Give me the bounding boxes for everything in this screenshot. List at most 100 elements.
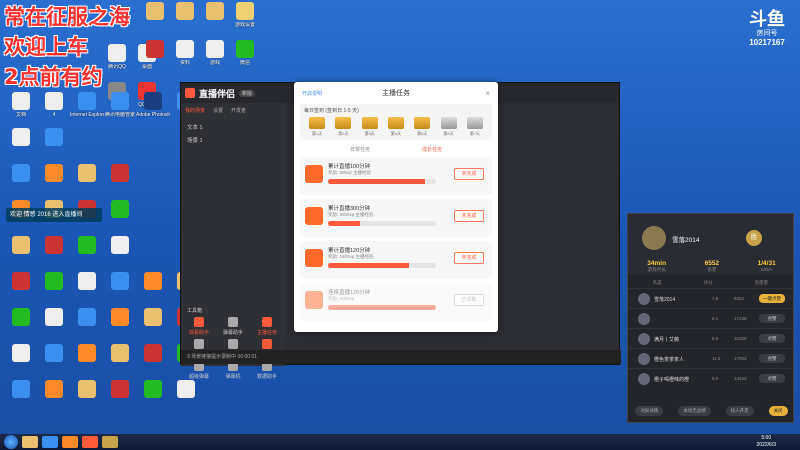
desktop-icon[interactable] xyxy=(136,272,170,306)
like-button[interactable]: 点赞 xyxy=(759,374,785,383)
task-tab[interactable]: 日常任务 xyxy=(350,146,370,153)
tab-0[interactable]: 我的场景 xyxy=(185,107,205,114)
like-button[interactable]: 一键点赞 xyxy=(759,294,785,303)
desktop-icon[interactable] xyxy=(70,236,104,270)
desktop-icon[interactable] xyxy=(138,2,172,36)
player-score: 9.0 xyxy=(712,376,719,381)
browser-icon[interactable] xyxy=(42,436,58,448)
app-icon xyxy=(206,40,224,58)
desktop-icon[interactable] xyxy=(198,2,232,36)
desktop-icon[interactable] xyxy=(136,308,170,342)
desktop-icon[interactable] xyxy=(103,380,137,414)
chest-icon xyxy=(335,117,352,129)
desktop-icon[interactable] xyxy=(4,272,38,306)
desktop-icon[interactable] xyxy=(37,272,71,306)
desktop-icon[interactable] xyxy=(169,380,203,414)
task-status-button[interactable]: 未完成 xyxy=(454,252,484,264)
desktop-icon[interactable] xyxy=(70,380,104,414)
like-button[interactable]: 点赞 xyxy=(759,354,785,363)
task-tab[interactable]: 成长任务 xyxy=(422,146,442,153)
task-status-button[interactable]: 未完成 xyxy=(454,210,484,222)
desktop-icon[interactable]: 腾讯QQ xyxy=(100,44,134,78)
desktop-icon[interactable] xyxy=(4,128,38,162)
desktop-icon[interactable] xyxy=(70,344,104,378)
desktop-icon[interactable]: 腾讯电脑管家 xyxy=(103,92,137,126)
desktop-icon[interactable] xyxy=(70,272,104,306)
desktop-icon[interactable] xyxy=(103,272,137,306)
desktop-icon[interactable] xyxy=(168,2,202,36)
chest-item[interactable]: 第7天 xyxy=(466,117,483,137)
tab-2[interactable]: 开发者 xyxy=(231,107,246,114)
task-item: 累计直播120分钟 奖励: 1500xp 主播经验 未完成 xyxy=(300,241,492,279)
flash-icon xyxy=(305,249,323,267)
desktop-icon[interactable] xyxy=(70,164,104,198)
clock[interactable]: 5:00 2022/6/3 xyxy=(757,435,776,449)
desktop-icon[interactable] xyxy=(4,236,38,270)
desktop-icon[interactable] xyxy=(4,344,38,378)
desktop-icon[interactable]: 4 xyxy=(37,92,71,126)
chest-item[interactable]: 第2天 xyxy=(335,117,352,137)
task-status-button[interactable]: 已领取 xyxy=(454,294,484,306)
explorer-icon[interactable] xyxy=(22,436,38,448)
tool-button[interactable]: 观看助手 xyxy=(187,317,211,336)
chest-item[interactable]: 第6天 xyxy=(440,117,457,137)
desktop-icon[interactable] xyxy=(37,128,71,162)
stat-value: 34min xyxy=(647,260,667,267)
tab-1[interactable]: 设置 xyxy=(213,107,223,114)
desktop-icon[interactable] xyxy=(138,40,172,74)
desktop-icon[interactable] xyxy=(37,380,71,414)
streaming-app-icon[interactable] xyxy=(62,436,78,448)
chest-item[interactable]: 第4天 xyxy=(387,117,404,137)
desktop-icon[interactable] xyxy=(37,164,71,198)
desktop-icon[interactable]: 文档 xyxy=(4,92,38,126)
tool-button[interactable]: 弹幕助手 xyxy=(221,317,245,336)
desktop-icon[interactable] xyxy=(37,236,71,270)
dialog-header: 开启说明 主播任务 × xyxy=(294,82,498,104)
desktop-icon[interactable] xyxy=(103,236,137,270)
like-button[interactable]: 点赞 xyxy=(759,334,785,343)
desktop-icon[interactable]: 游戏设置 xyxy=(228,2,262,36)
panel-footer-button[interactable]: 对局详情 xyxy=(635,406,664,416)
desktop-icon[interactable] xyxy=(103,344,137,378)
scene-item[interactable]: 文本 1 xyxy=(187,123,279,131)
desktop-icon[interactable] xyxy=(103,200,137,234)
chest-label: 第3天 xyxy=(364,131,375,136)
stat-label: 伤害 xyxy=(707,267,717,272)
dialog-help-link[interactable]: 开启说明 xyxy=(302,90,322,97)
desktop-icon[interactable]: Internet Explorer xyxy=(70,92,104,126)
douyu-icon[interactable] xyxy=(82,436,98,448)
desktop-icon[interactable] xyxy=(136,344,170,378)
player-name: 满月丨艾薇 xyxy=(654,337,680,343)
panel-footer-button[interactable]: 本场无战绩 xyxy=(678,406,711,416)
chest-item[interactable]: 第1天 xyxy=(309,117,326,137)
desktop-icon[interactable] xyxy=(4,164,38,198)
desktop-icon[interactable]: 游戏 xyxy=(198,40,232,74)
desktop-icon[interactable]: 微信 xyxy=(228,40,262,74)
desktop-icon[interactable] xyxy=(103,164,137,198)
app-footer: 3 场景链接提示录制中 00:00:01 xyxy=(181,350,621,364)
app-icon xyxy=(45,128,63,146)
desktop-icon[interactable] xyxy=(37,344,71,378)
task-status-button[interactable]: 未完成 xyxy=(454,168,484,180)
like-button[interactable]: 点赞 xyxy=(759,314,785,323)
close-icon[interactable]: × xyxy=(485,89,490,98)
desktop-icon[interactable] xyxy=(4,308,38,342)
app-icon xyxy=(108,44,126,62)
chest-item[interactable]: 第5天 xyxy=(414,117,431,137)
app-icon xyxy=(176,2,194,20)
desktop-icon[interactable] xyxy=(70,308,104,342)
chest-item[interactable]: 第3天 xyxy=(361,117,378,137)
scene-item[interactable]: 场景 1 xyxy=(187,136,279,144)
desktop-icon[interactable] xyxy=(37,308,71,342)
panel-footer-button[interactable]: 关闭 xyxy=(768,406,788,416)
game-icon[interactable] xyxy=(102,436,118,448)
desktop-icon[interactable]: Adobe Photoshop xyxy=(136,92,170,126)
start-button[interactable] xyxy=(4,435,18,449)
app-icon xyxy=(12,308,30,326)
desktop-icon[interactable] xyxy=(136,380,170,414)
desktop-icon[interactable] xyxy=(4,380,38,414)
desktop-icon[interactable] xyxy=(103,308,137,342)
desktop-icon[interactable]: 资料 xyxy=(168,40,202,74)
panel-footer-button[interactable]: 找人开黑 xyxy=(725,406,754,416)
tool-button[interactable]: 主播任务 xyxy=(255,317,279,336)
